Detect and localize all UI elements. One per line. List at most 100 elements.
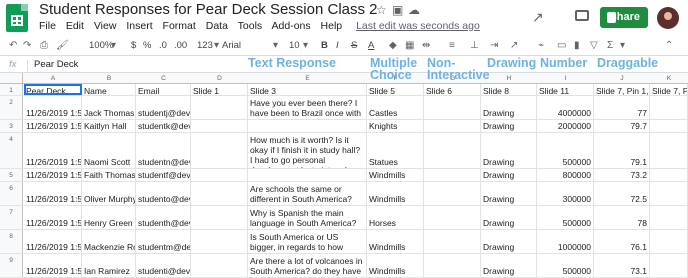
table-cell[interactable]: Knights — [367, 120, 424, 132]
activity-dashboard-icon[interactable]: ↗ — [532, 9, 544, 26]
decrease-decimal-button[interactable]: .0 — [159, 40, 167, 51]
cell-e1[interactable]: Slide 3 — [248, 84, 367, 95]
table-cell[interactable]: Why is Spanish the main language in Sout… — [248, 206, 367, 229]
cell-h1[interactable]: Slide 8 — [481, 84, 537, 95]
undo-icon[interactable]: ↶ — [9, 40, 17, 51]
row-number[interactable]: 6 — [0, 182, 23, 205]
merge-cells-icon[interactable]: ⇹ — [422, 40, 430, 51]
table-cell[interactable] — [191, 182, 248, 205]
menu-data[interactable]: Data — [206, 20, 228, 32]
table-cell[interactable]: 78 — [594, 206, 650, 229]
table-cell[interactable]: Are there a lot of volcanoes in South Am… — [248, 254, 367, 277]
insert-link-icon[interactable]: ⌁ — [538, 40, 544, 51]
table-cell[interactable]: Have you ever been there? I have been to… — [248, 96, 367, 119]
italic-button[interactable]: I — [336, 40, 339, 51]
table-cell[interactable]: 77 — [594, 96, 650, 119]
table-cell[interactable]: Windmills — [367, 230, 424, 253]
row-number[interactable]: 2 — [0, 96, 23, 119]
vertical-align-icon[interactable]: ⊥ — [470, 40, 479, 51]
row-number[interactable]: 1 — [0, 84, 23, 95]
menu-add-ons[interactable]: Add-ons — [272, 20, 311, 32]
table-cell[interactable]: 500000 — [537, 133, 594, 168]
cell-j1[interactable]: Slide 7, Pin 1, X — [594, 84, 650, 95]
print-icon[interactable]: ⎙ — [40, 40, 48, 51]
table-cell[interactable]: 11/26/2019 1:50: — [24, 230, 82, 253]
menu-insert[interactable]: Insert — [126, 20, 152, 32]
chevron-down-icon[interactable]: ▾ — [303, 40, 308, 51]
column-header-f[interactable]: F — [367, 75, 424, 82]
cell-c1[interactable]: Email — [136, 84, 191, 95]
table-cell[interactable]: Windmills — [367, 169, 424, 181]
table-cell[interactable]: Drawing — [481, 133, 537, 168]
table-cell[interactable]: 79.1 — [594, 133, 650, 168]
filter-icon[interactable]: ▽ — [590, 40, 598, 51]
table-cell[interactable]: Drawing — [481, 169, 537, 181]
formula-input[interactable]: Pear Deck — [34, 59, 78, 70]
table-cell[interactable]: 11/26/2019 1:50: — [24, 96, 82, 119]
table-cell[interactable]: Is South America or US bigger, in regard… — [248, 230, 367, 253]
avatar[interactable] — [657, 7, 679, 29]
table-cell[interactable]: Castles — [367, 96, 424, 119]
table-cell[interactable]: 11/26/2019 1:50: — [24, 206, 82, 229]
row-number[interactable]: 3 — [0, 120, 23, 132]
select-all-corner[interactable] — [0, 73, 23, 84]
document-title[interactable]: Student Responses for Pear Deck Session … — [39, 1, 378, 18]
row-number[interactable]: 5 — [0, 169, 23, 181]
bold-button[interactable]: B — [321, 40, 328, 51]
table-cell[interactable]: Statues — [367, 133, 424, 168]
star-icon[interactable]: ☆ — [376, 3, 387, 17]
functions-icon[interactable]: Σ — [607, 40, 613, 51]
borders-icon[interactable]: ▦ — [405, 40, 414, 51]
fill-color-icon[interactable]: ◆ — [389, 40, 397, 51]
row-number[interactable]: 7 — [0, 206, 23, 229]
table-cell[interactable] — [650, 182, 688, 205]
table-cell[interactable] — [650, 169, 688, 181]
table-cell[interactable]: 500000 — [537, 206, 594, 229]
horizontal-align-icon[interactable]: ≡ — [449, 40, 455, 51]
table-cell[interactable]: 73.2 — [594, 169, 650, 181]
table-cell[interactable]: studentk@dev-edu-peardeck.com — [136, 120, 191, 132]
table-cell[interactable]: 2000000 — [537, 120, 594, 132]
table-cell[interactable]: 1000000 — [537, 230, 594, 253]
chevron-down-icon[interactable]: ▾ — [111, 40, 116, 51]
table-cell[interactable] — [191, 133, 248, 168]
menu-format[interactable]: Format — [163, 20, 196, 32]
percent-format-button[interactable]: % — [143, 40, 151, 51]
text-rotation-icon[interactable]: ↗ — [510, 40, 518, 51]
table-cell[interactable]: 11/26/2019 1:50: — [24, 120, 82, 132]
table-cell[interactable]: studentf@dev-edu-peardeck.com — [136, 169, 191, 181]
table-cell[interactable]: Horses — [367, 206, 424, 229]
table-cell[interactable]: 300000 — [537, 182, 594, 205]
table-cell[interactable]: studenth@dev-edu-peardeck.com — [136, 206, 191, 229]
table-cell[interactable] — [650, 120, 688, 132]
table-cell[interactable] — [191, 206, 248, 229]
table-cell[interactable] — [424, 96, 481, 119]
menu-tools[interactable]: Tools — [238, 20, 263, 32]
table-cell[interactable]: Faith Thomas — [82, 169, 136, 181]
cell-b1[interactable]: Name — [82, 84, 136, 95]
share-button[interactable]: Share — [600, 7, 648, 28]
table-cell[interactable]: studento@dev-edu-peardeck.com — [136, 182, 191, 205]
table-cell[interactable] — [650, 133, 688, 168]
table-cell[interactable]: 72.5 — [594, 182, 650, 205]
font-select[interactable]: Arial — [222, 40, 241, 51]
last-edit-link[interactable]: Last edit was seconds ago — [356, 20, 480, 32]
table-cell[interactable]: How much is it worth? Is it okay if I fi… — [248, 133, 367, 168]
table-cell[interactable] — [191, 254, 248, 277]
table-cell[interactable] — [191, 230, 248, 253]
table-cell[interactable]: Drawing — [481, 120, 537, 132]
table-cell[interactable]: 11/26/2019 1:50: — [24, 169, 82, 181]
text-color-button[interactable]: A — [368, 40, 374, 51]
collapse-menu-icon[interactable]: ⌃ — [665, 40, 673, 51]
table-cell[interactable]: Windmills — [367, 254, 424, 277]
row-number[interactable]: 8 — [0, 230, 23, 253]
menu-view[interactable]: View — [94, 20, 117, 32]
text-wrapping-icon[interactable]: ⇥ — [490, 40, 498, 51]
table-cell[interactable] — [191, 96, 248, 119]
zoom-select[interactable]: 100% — [89, 40, 113, 51]
table-cell[interactable] — [248, 120, 367, 132]
column-header-d[interactable]: D — [191, 75, 248, 82]
table-cell[interactable]: 4000000 — [537, 96, 594, 119]
column-header-g[interactable]: G — [424, 75, 481, 82]
table-cell[interactable] — [424, 230, 481, 253]
